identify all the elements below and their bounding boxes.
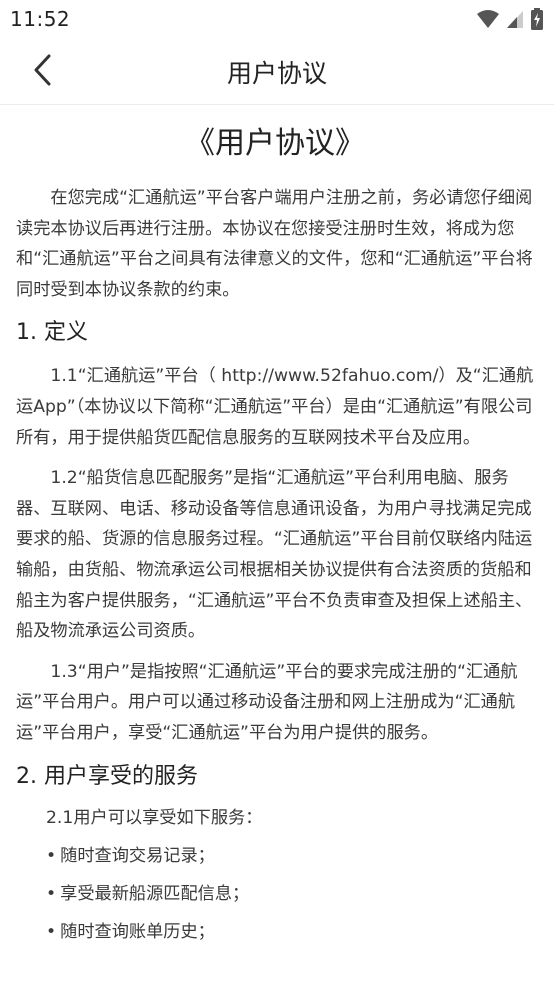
battery-charging-icon [531, 8, 543, 30]
document-title: 《用户协议》 [185, 126, 365, 161]
definition-1-1: 1.1“汇通航运”平台（ http://www.52fahuo.com/）及“汇… [16, 366, 534, 448]
status-bar: 11:52 [0, 0, 554, 38]
list-item-text: 随时查询账单历史； [60, 921, 215, 942]
cell-signal-icon [507, 11, 523, 28]
services-intro: 2.1用户可以享受如下服务： [46, 807, 263, 828]
list-item-text: 随时查询交易记录； [60, 845, 215, 866]
bullet-icon: • [46, 921, 57, 942]
bullet-icon: • [46, 845, 57, 866]
nav-bar: 用户协议 [0, 38, 554, 105]
section-heading-services: 2. 用户享受的服务 [16, 763, 198, 789]
status-time: 11:52 [10, 7, 71, 31]
list-item: • 随时查询账单历史； [16, 919, 534, 945]
status-icons [476, 8, 544, 30]
definition-1-2: 1.2“船货信息匹配服务”是指“汇通航运”平台利用电脑、服务器、互联网、电话、移… [16, 468, 533, 642]
definition-1-3: 1.3“用户”是指按照“汇通航运”平台的要求完成注册的“汇通航运”平台用户。用户… [16, 661, 518, 743]
bullet-icon: • [46, 883, 57, 904]
list-item-text: 享受最新船源匹配信息； [60, 883, 250, 904]
intro-paragraph: 在您完成“汇通航运”平台客户端用户注册之前，务必请您仔细阅读完本协议后再进行注册… [16, 188, 533, 300]
list-item: • 享受最新船源匹配信息； [16, 881, 534, 907]
wifi-icon [477, 10, 499, 28]
agreement-content[interactable]: 《用户协议》 在您完成“汇通航运”平台客户端用户注册之前，务必请您仔细阅读完本协… [0, 125, 554, 945]
list-item: • 随时查询交易记录； [16, 843, 534, 869]
page-title: 用户协议 [226, 59, 327, 88]
section-heading-definitions: 1. 定义 [16, 320, 88, 346]
